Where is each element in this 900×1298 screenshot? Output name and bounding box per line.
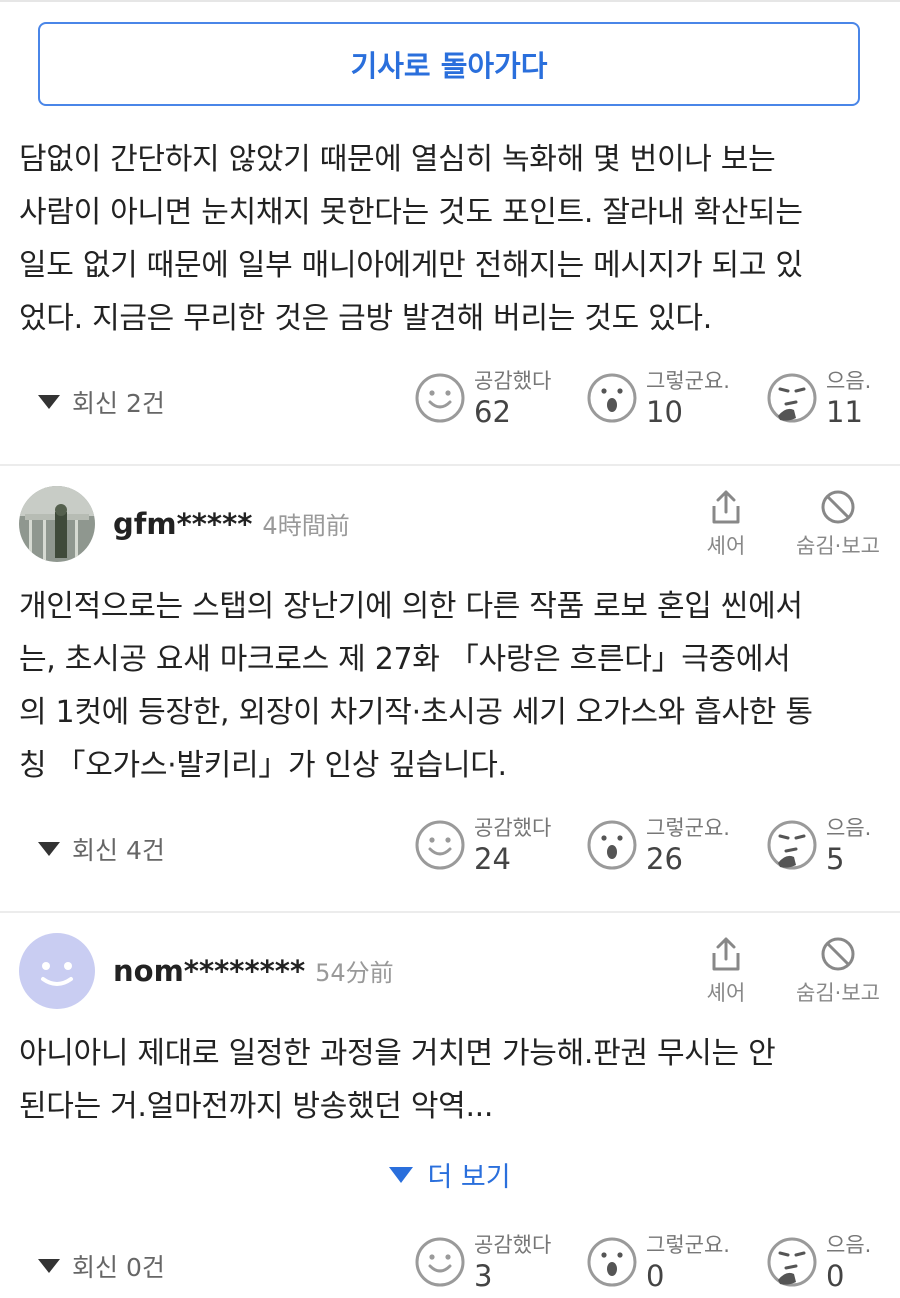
back-to-article-button[interactable]: 기사로 돌아가다 (38, 22, 860, 106)
comment-line: 개인적으로는 스탭의 장난기에 의한 다른 작품 로보 혼입 씬에서 (19, 589, 803, 624)
block-icon (821, 490, 855, 524)
reaction-label: 공감했다 (474, 369, 552, 393)
reaction-agree[interactable]: 그렇군요. 0 (586, 1233, 730, 1294)
username: gfm***** 4時間前 (113, 506, 350, 541)
smile-icon (415, 1237, 465, 1287)
reaction-empathy[interactable]: 공감했다 62 (414, 369, 551, 430)
reaction-label: 그렇군요. (646, 369, 730, 393)
comment-line: 의 1컷에 등장한, 외장이 차기작·초시공 세기 오가스와 흡사한 통 (19, 695, 813, 730)
reaction-empathy[interactable]: 공감했다 24 (414, 816, 551, 877)
reaction-label: 으음. (826, 369, 872, 393)
avatar[interactable] (19, 486, 95, 562)
reaction-label: 공감했다 (474, 816, 552, 840)
comment-line: 아니아니 제대로 일정한 과정을 거치면 가능해.판권 무시는 안 (19, 1036, 776, 1071)
smile-icon (415, 820, 465, 870)
show-more-label: 더 보기 (427, 1162, 511, 1193)
username-text: nom******** (113, 954, 306, 988)
reaction-label: 으음. (826, 816, 872, 840)
share-icon (712, 937, 740, 971)
triangle-down-icon (38, 842, 60, 856)
hide-report-button[interactable]: 숨김·보고 (790, 935, 886, 1007)
share-label: 셰어 (706, 981, 746, 1005)
reaction-count: 3 (474, 1259, 493, 1293)
avatar[interactable] (19, 933, 95, 1009)
replies-toggle[interactable]: 회신 2건 (38, 384, 165, 420)
comment-body: 아니아니 제대로 일정한 과정을 거치면 가능해.판권 무시는 안 된다는 거.… (19, 1027, 881, 1133)
triangle-down-icon (38, 395, 60, 409)
hide-report-label: 숨김·보고 (796, 981, 880, 1005)
reaction-hmm[interactable]: 으음. 0 (766, 1233, 871, 1294)
reaction-count: 0 (826, 1259, 845, 1293)
thinking-icon (767, 373, 817, 423)
comment-divider (0, 911, 900, 913)
reaction-count: 26 (646, 842, 683, 876)
share-button[interactable]: 셰어 (698, 488, 754, 560)
block-icon (821, 937, 855, 971)
share-label: 셰어 (706, 534, 746, 558)
top-divider (0, 0, 900, 2)
triangle-down-icon (389, 1166, 414, 1183)
hide-report-button[interactable]: 숨김·보고 (790, 488, 886, 560)
surprised-icon (587, 1237, 637, 1287)
username-text: gfm***** (113, 507, 253, 541)
comment-line: 담없이 간단하지 않았기 때문에 열심히 녹화해 몇 번이나 보는 (19, 142, 776, 177)
reaction-count: 5 (826, 842, 845, 876)
replies-toggle[interactable]: 회신 0건 (38, 1248, 165, 1284)
share-button[interactable]: 셰어 (698, 935, 754, 1007)
reaction-hmm[interactable]: 으음. 11 (766, 369, 871, 430)
replies-count: 회신 4건 (72, 836, 165, 865)
show-more-button[interactable]: 더 보기 (0, 1155, 900, 1194)
reaction-label: 공감했다 (474, 1233, 552, 1257)
thinking-icon (767, 1237, 817, 1287)
comment-line: 칭 「오가스·발키리」가 인상 깊습니다. (19, 748, 507, 783)
comment-line: 된다는 거.얼마전까지 방송했던 악역... (19, 1089, 494, 1124)
reaction-hmm[interactable]: 으음. 5 (766, 816, 871, 877)
share-icon (712, 490, 740, 524)
thinking-icon (767, 820, 817, 870)
reaction-label: 그렇군요. (646, 1233, 730, 1257)
comment-line: 일도 없기 때문에 일부 매니아에게만 전해지는 메시지가 되고 있 (19, 248, 803, 283)
comment-body: 담없이 간단하지 않았기 때문에 열심히 녹화해 몇 번이나 보는 사람이 아니… (19, 133, 881, 345)
replies-toggle[interactable]: 회신 4건 (38, 831, 165, 867)
reaction-agree[interactable]: 그렇군요. 10 (586, 369, 730, 430)
comment-body: 개인적으로는 스탭의 장난기에 의한 다른 작품 로보 혼입 씬에서 는, 초시… (19, 580, 881, 792)
default-avatar-icon (19, 933, 95, 1009)
reaction-count: 62 (474, 395, 511, 429)
reaction-label: 으음. (826, 1233, 872, 1257)
reaction-count: 11 (826, 395, 863, 429)
smile-icon (415, 373, 465, 423)
reaction-empathy[interactable]: 공감했다 3 (414, 1233, 551, 1294)
replies-count: 회신 0건 (72, 1253, 165, 1282)
reaction-count: 24 (474, 842, 511, 876)
timestamp: 4時間前 (262, 512, 350, 540)
surprised-icon (587, 820, 637, 870)
comment-line: 었다. 지금은 무리한 것은 금방 발견해 버리는 것도 있다. (19, 301, 712, 336)
surprised-icon (587, 373, 637, 423)
user-photo-icon (19, 486, 95, 562)
hide-report-label: 숨김·보고 (796, 534, 880, 558)
reaction-count: 10 (646, 395, 683, 429)
triangle-down-icon (38, 1259, 60, 1273)
reaction-count: 0 (646, 1259, 665, 1293)
reaction-label: 그렇군요. (646, 816, 730, 840)
comment-line: 는, 초시공 요새 마크로스 제 27화 「사랑은 흐른다」극중에서 (19, 642, 791, 677)
comment-divider (0, 464, 900, 466)
timestamp: 54分前 (315, 959, 394, 987)
username: nom******** 54分前 (113, 953, 394, 988)
reaction-agree[interactable]: 그렇군요. 26 (586, 816, 730, 877)
comment-line: 사람이 아니면 눈치채지 못한다는 것도 포인트. 잘라내 확산되는 (19, 195, 803, 230)
replies-count: 회신 2건 (72, 389, 165, 418)
